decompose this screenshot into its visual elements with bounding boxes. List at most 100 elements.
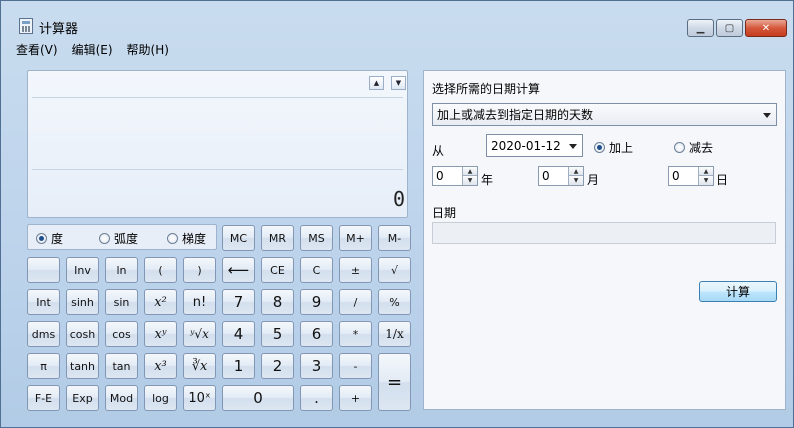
spinner-up-icon[interactable]: ▲ <box>698 167 713 176</box>
decimal-button[interactable]: . <box>300 385 333 411</box>
digit-1-button[interactable]: 1 <box>222 353 255 379</box>
months-spinner[interactable]: 0 ▲ ▼ <box>538 166 584 186</box>
sqrt-button[interactable]: √ <box>378 257 411 283</box>
m-minus-button[interactable]: M- <box>378 225 411 251</box>
spinner-down-icon[interactable]: ▼ <box>462 176 477 185</box>
radio-degrees-label: 度 <box>51 232 64 246</box>
mc-button[interactable]: MC <box>222 225 255 251</box>
radio-subtract-label: 减去 <box>689 141 714 155</box>
from-label: 从 <box>432 144 445 158</box>
backspace-button[interactable]: ⟵ <box>222 257 255 283</box>
calculator-icon <box>19 18 33 34</box>
digit-2-button[interactable]: 2 <box>261 353 294 379</box>
radio-gradians-label: 梯度 <box>182 232 207 246</box>
digit-9-button[interactable]: 9 <box>300 289 333 315</box>
chevron-up-icon: ▲ <box>373 79 380 87</box>
subtract-button[interactable]: - <box>339 353 372 379</box>
left-paren-button[interactable]: ( <box>144 257 177 283</box>
radio-radians[interactable]: 弧度 <box>99 230 138 247</box>
percent-button[interactable]: % <box>378 289 411 315</box>
history-down-button[interactable]: ▼ <box>391 76 406 90</box>
spinner-up-icon[interactable]: ▲ <box>462 167 477 176</box>
factorial-button[interactable]: n! <box>183 289 216 315</box>
ce-button[interactable]: CE <box>261 257 294 283</box>
spinner-up-icon[interactable]: ▲ <box>568 167 583 176</box>
radio-radians-label: 弧度 <box>114 232 139 246</box>
tan-button[interactable]: tan <box>105 353 138 379</box>
digit-7-button[interactable]: 7 <box>222 289 255 315</box>
clear-button[interactable]: C <box>300 257 333 283</box>
radio-degrees[interactable]: 度 <box>36 230 63 247</box>
square-button[interactable]: x² <box>144 289 177 315</box>
mr-button[interactable]: MR <box>261 225 294 251</box>
cosh-button[interactable]: cosh <box>66 321 99 347</box>
ten-power-button[interactable]: 10ˣ <box>183 385 216 411</box>
exp-button[interactable]: Exp <box>66 385 99 411</box>
digit-5-button[interactable]: 5 <box>261 321 294 347</box>
digit-0-button[interactable]: 0 <box>222 385 294 411</box>
cube-button[interactable]: x³ <box>144 353 177 379</box>
title-bar[interactable]: 计算器 ▁ ▢ ✕ <box>1 1 793 39</box>
radio-add-label: 加上 <box>609 141 634 155</box>
digit-8-button[interactable]: 8 <box>261 289 294 315</box>
digit-3-button[interactable]: 3 <box>300 353 333 379</box>
window-title: 计算器 <box>39 22 79 37</box>
history-up-button[interactable]: ▲ <box>369 76 384 90</box>
yroot-button[interactable]: ʸ√x <box>183 321 216 347</box>
right-paren-button[interactable]: ) <box>183 257 216 283</box>
log-button[interactable]: log <box>144 385 177 411</box>
radio-add[interactable]: 加上 <box>594 139 633 156</box>
result-label: 日期 <box>432 206 457 220</box>
equals-button[interactable]: = <box>378 353 411 411</box>
calculate-button[interactable]: 计算 <box>699 281 777 302</box>
int-button[interactable]: Int <box>27 289 60 315</box>
reciprocal-button[interactable]: 1/x <box>378 321 411 347</box>
menu-view[interactable]: 查看(V) <box>9 39 65 59</box>
plus-minus-button[interactable]: ± <box>339 257 372 283</box>
divide-button[interactable]: / <box>339 289 372 315</box>
months-label: 月 <box>587 173 600 187</box>
m-plus-button[interactable]: M+ <box>339 225 372 251</box>
date-mode-value: 加上或减去到指定日期的天数 <box>437 108 594 122</box>
days-spinner[interactable]: 0 ▲ ▼ <box>668 166 714 186</box>
ms-button[interactable]: MS <box>300 225 333 251</box>
fe-button[interactable]: F-E <box>27 385 60 411</box>
maximize-button[interactable]: ▢ <box>716 19 743 37</box>
from-date-value: 2020-01-12 <box>491 138 561 153</box>
multiply-button[interactable]: * <box>339 321 372 347</box>
minimize-button[interactable]: ▁ <box>687 19 714 37</box>
calendar-dropdown-icon <box>569 143 577 149</box>
close-button[interactable]: ✕ <box>745 19 787 37</box>
from-date-picker[interactable]: 2020-01-12 <box>486 134 583 157</box>
angle-mode-group: 度 弧度 梯度 <box>27 224 217 250</box>
dms-button[interactable]: dms <box>27 321 60 347</box>
radio-gradians[interactable]: 梯度 <box>167 230 206 247</box>
date-mode-select[interactable]: 加上或减去到指定日期的天数 <box>432 103 777 126</box>
months-value: 0 <box>542 169 550 183</box>
digit-4-button[interactable]: 4 <box>222 321 255 347</box>
spinner-down-icon[interactable]: ▼ <box>568 176 583 185</box>
inv-button[interactable]: Inv <box>66 257 99 283</box>
blank-button[interactable] <box>27 257 60 283</box>
cos-button[interactable]: cos <box>105 321 138 347</box>
sin-button[interactable]: sin <box>105 289 138 315</box>
add-button[interactable]: + <box>339 385 372 411</box>
menu-help[interactable]: 帮助(H) <box>120 39 176 59</box>
spinner-down-icon[interactable]: ▼ <box>698 176 713 185</box>
power-button[interactable]: xʸ <box>144 321 177 347</box>
pi-button[interactable]: π <box>27 353 60 379</box>
menu-edit[interactable]: 编辑(E) <box>65 39 120 59</box>
radio-subtract[interactable]: 减去 <box>674 139 713 156</box>
radio-subtract-indicator <box>674 142 685 153</box>
display-value: 0 <box>392 187 405 211</box>
cube-root-button[interactable]: ∛x <box>183 353 216 379</box>
mod-button[interactable]: Mod <box>105 385 138 411</box>
window-controls: ▁ ▢ ✕ <box>685 19 787 37</box>
years-value: 0 <box>436 169 444 183</box>
sinh-button[interactable]: sinh <box>66 289 99 315</box>
tanh-button[interactable]: tanh <box>66 353 99 379</box>
display-divider <box>32 169 403 170</box>
digit-6-button[interactable]: 6 <box>300 321 333 347</box>
ln-button[interactable]: ln <box>105 257 138 283</box>
years-spinner[interactable]: 0 ▲ ▼ <box>432 166 478 186</box>
